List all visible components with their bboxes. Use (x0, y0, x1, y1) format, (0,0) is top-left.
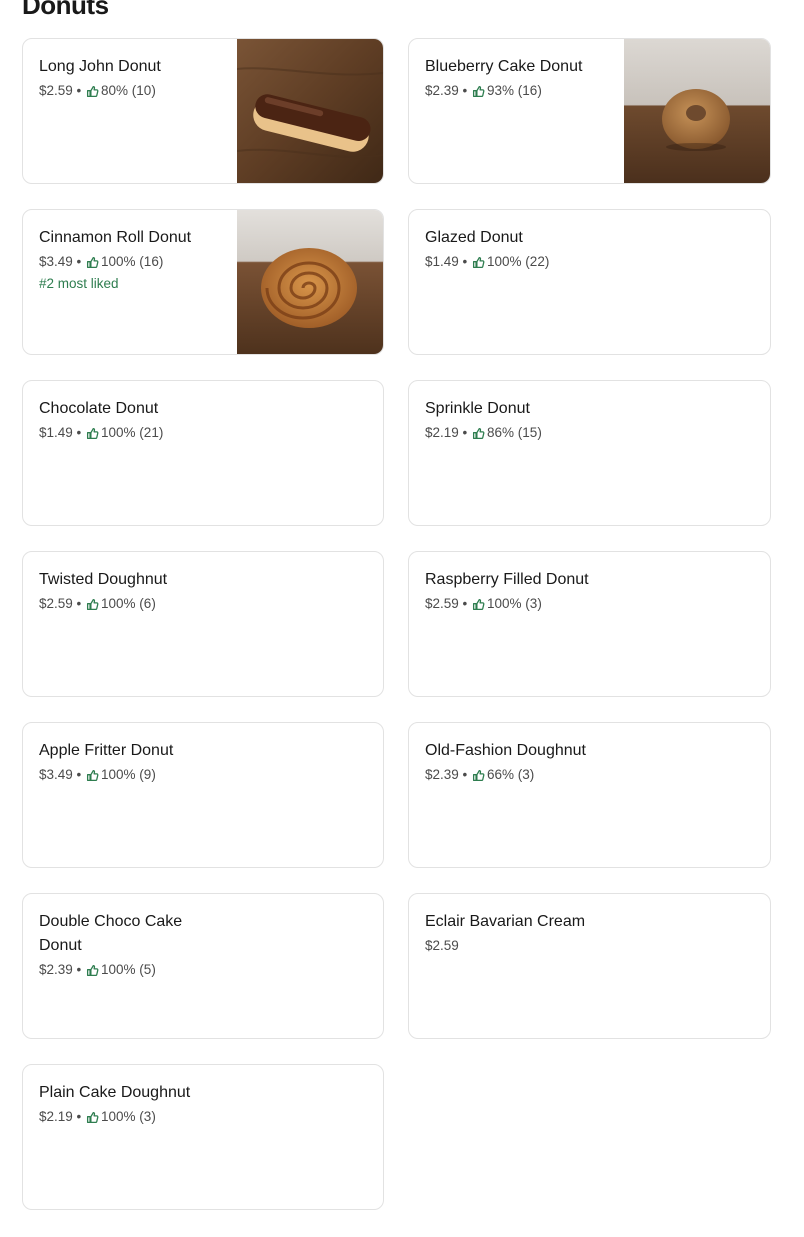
long-john-donut-photo (237, 39, 383, 183)
item-price: $1.49 (425, 254, 459, 269)
cinnamon-roll-donut-photo (237, 210, 383, 354)
menu-item-card[interactable]: Old-Fashion Doughnut $2.39 • 66% (3) (408, 722, 771, 868)
menu-item-card[interactable]: Cinnamon Roll Donut $3.49 • 100% (16) #2… (22, 209, 384, 355)
item-price: $2.39 (425, 767, 459, 782)
item-meta: $2.19 • 100% (3) (39, 1107, 359, 1127)
thumbs-up-icon (473, 427, 485, 439)
item-rating: 100% (3) (101, 1109, 156, 1124)
menu-item-card[interactable]: Glazed Donut $1.49 • 100% (22) (408, 209, 771, 355)
menu-item-card[interactable]: Raspberry Filled Donut $2.59 • 100% (3) (408, 551, 771, 697)
thumbs-up-icon (87, 256, 99, 268)
item-meta: $2.59 • 80% (10) (39, 81, 219, 101)
thumbs-up-icon (87, 85, 99, 97)
item-name: Glazed Donut (425, 229, 523, 246)
item-name: Double Choco Cake Donut (39, 913, 183, 954)
item-price: $1.49 (39, 425, 73, 440)
thumbs-up-icon (473, 769, 485, 781)
thumbs-up-icon (87, 1111, 99, 1123)
menu-item-card[interactable]: Twisted Doughnut $2.59 • 100% (6) (22, 551, 384, 697)
item-name: Eclair Bavarian Cream (425, 913, 586, 930)
menu-item-grid: Long John Donut $2.59 • 80% (10) Blueber… (22, 38, 771, 1210)
menu-item-card[interactable]: Double Choco Cake Donut $2.39 • 100% (5) (22, 893, 384, 1039)
item-price: $3.49 (39, 254, 73, 269)
item-meta: $1.49 • 100% (21) (39, 423, 359, 443)
item-rating: 100% (5) (101, 962, 156, 977)
item-meta: $2.39 • 66% (3) (425, 765, 745, 785)
item-rating: 80% (10) (101, 83, 156, 98)
item-meta: $1.49 • 100% (22) (425, 252, 745, 272)
item-meta: $3.49 • 100% (16) (39, 252, 219, 272)
item-meta: $2.59 (425, 936, 745, 956)
thumbs-up-icon (87, 598, 99, 610)
item-name: Blueberry Cake Donut (425, 58, 583, 75)
item-name: Long John Donut (39, 58, 161, 75)
item-rating: 93% (16) (487, 83, 542, 98)
menu-item-card[interactable]: Blueberry Cake Donut $2.39 • 93% (16) (408, 38, 771, 184)
item-meta: $2.59 • 100% (6) (39, 594, 359, 614)
blueberry-cake-donut-photo (624, 39, 770, 183)
item-meta: $2.59 • 100% (3) (425, 594, 745, 614)
item-price: $2.39 (39, 962, 73, 977)
item-price: $2.19 (425, 425, 459, 440)
item-rating: 86% (15) (487, 425, 542, 440)
item-meta: $2.19 • 86% (15) (425, 423, 745, 443)
menu-item-card[interactable]: Apple Fritter Donut $3.49 • 100% (9) (22, 722, 384, 868)
item-name: Twisted Doughnut (39, 571, 168, 588)
menu-item-card[interactable]: Eclair Bavarian Cream $2.59 (408, 893, 771, 1039)
most-liked-badge: #2 most liked (39, 276, 119, 291)
item-rating: 100% (21) (101, 425, 164, 440)
item-rating: 66% (3) (487, 767, 535, 782)
item-name: Chocolate Donut (39, 400, 159, 417)
item-price: $2.59 (425, 596, 459, 611)
item-price: $3.49 (39, 767, 73, 782)
item-meta: $2.39 • 93% (16) (425, 81, 605, 101)
thumbs-up-icon (87, 769, 99, 781)
menu-item-card[interactable]: Chocolate Donut $1.49 • 100% (21) (22, 380, 384, 526)
item-rating: 100% (16) (101, 254, 164, 269)
menu-item-card[interactable]: Plain Cake Doughnut $2.19 • 100% (3) (22, 1064, 384, 1210)
item-rating: 100% (22) (487, 254, 550, 269)
item-price: $2.59 (39, 596, 73, 611)
item-name: Apple Fritter Donut (39, 742, 174, 759)
item-name: Sprinkle Donut (425, 400, 530, 417)
item-price: $2.59 (39, 83, 73, 98)
thumbs-up-icon (87, 427, 99, 439)
item-name: Old-Fashion Doughnut (425, 742, 586, 759)
item-name: Cinnamon Roll Donut (39, 229, 192, 246)
thumbs-up-icon (87, 964, 99, 976)
item-rating: 100% (9) (101, 767, 156, 782)
item-name: Raspberry Filled Donut (425, 571, 589, 588)
item-meta: $2.39 • 100% (5) (39, 960, 219, 980)
menu-item-card[interactable]: Long John Donut $2.59 • 80% (10) (22, 38, 384, 184)
item-price: $2.19 (39, 1109, 73, 1124)
thumbs-up-icon (473, 256, 485, 268)
item-price: $2.39 (425, 83, 459, 98)
thumbs-up-icon (473, 598, 485, 610)
item-rating: 100% (3) (487, 596, 542, 611)
section-title: Donuts (22, 0, 109, 20)
item-meta: $3.49 • 100% (9) (39, 765, 359, 785)
item-name: Plain Cake Doughnut (39, 1084, 191, 1101)
item-rating: 100% (6) (101, 596, 156, 611)
menu-item-card[interactable]: Sprinkle Donut $2.19 • 86% (15) (408, 380, 771, 526)
thumbs-up-icon (473, 85, 485, 97)
item-price: $2.59 (425, 938, 459, 953)
